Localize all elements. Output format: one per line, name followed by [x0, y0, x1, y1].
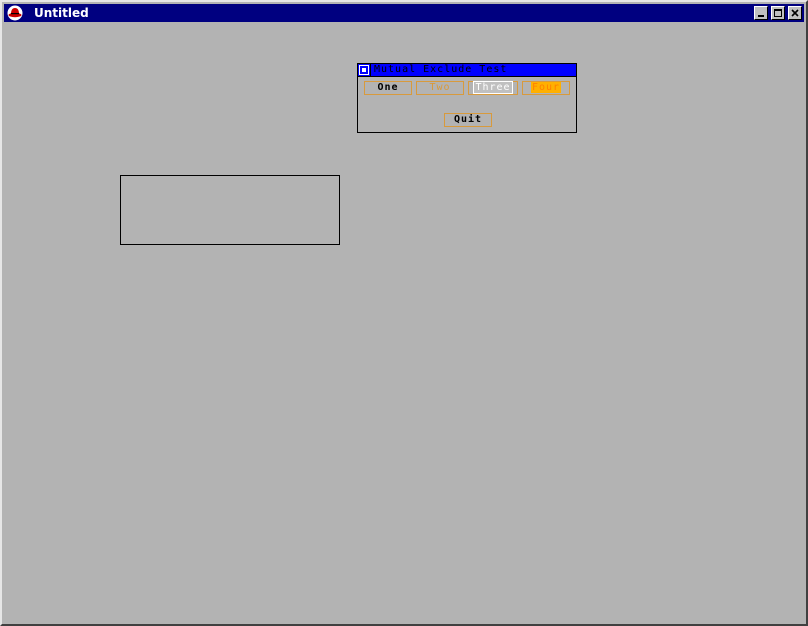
- close-button[interactable]: [788, 6, 802, 20]
- quit-button-label: Quit: [453, 114, 483, 125]
- mutual-exclude-dialog: Mutual Exclude Test One Two Three Four Q…: [357, 63, 577, 133]
- toggle-button-two-label: Two: [429, 82, 451, 93]
- window-title: Untitled: [34, 6, 89, 20]
- quit-button[interactable]: Quit: [444, 113, 492, 127]
- empty-panel: [120, 175, 340, 245]
- minimize-icon: [758, 15, 764, 17]
- main-window: Untitled Mutual Exclude Test One Two Thr…: [0, 0, 808, 626]
- toggle-button-four-label: Four: [530, 82, 562, 93]
- toggle-button-three-label: Three: [473, 81, 513, 94]
- toggle-button-one-label: One: [377, 82, 399, 93]
- dialog-title: Mutual Exclude Test: [374, 64, 508, 75]
- toggle-button-four[interactable]: Four: [522, 81, 570, 95]
- window-titlebar[interactable]: Untitled: [4, 4, 804, 22]
- dialog-close-icon[interactable]: [359, 65, 369, 75]
- dialog-title-divider: [370, 64, 371, 76]
- redhat-logo-icon[interactable]: [7, 5, 23, 21]
- toggle-button-three[interactable]: Three: [468, 81, 518, 95]
- dialog-titlebar[interactable]: Mutual Exclude Test: [358, 64, 576, 77]
- maximize-button[interactable]: [771, 6, 785, 20]
- minimize-button[interactable]: [754, 6, 768, 20]
- window-client-area: Mutual Exclude Test One Two Three Four Q…: [4, 22, 804, 624]
- toggle-button-one[interactable]: One: [364, 81, 412, 95]
- close-icon: [791, 9, 799, 17]
- toggle-button-two[interactable]: Two: [416, 81, 464, 95]
- maximize-icon: [774, 9, 782, 17]
